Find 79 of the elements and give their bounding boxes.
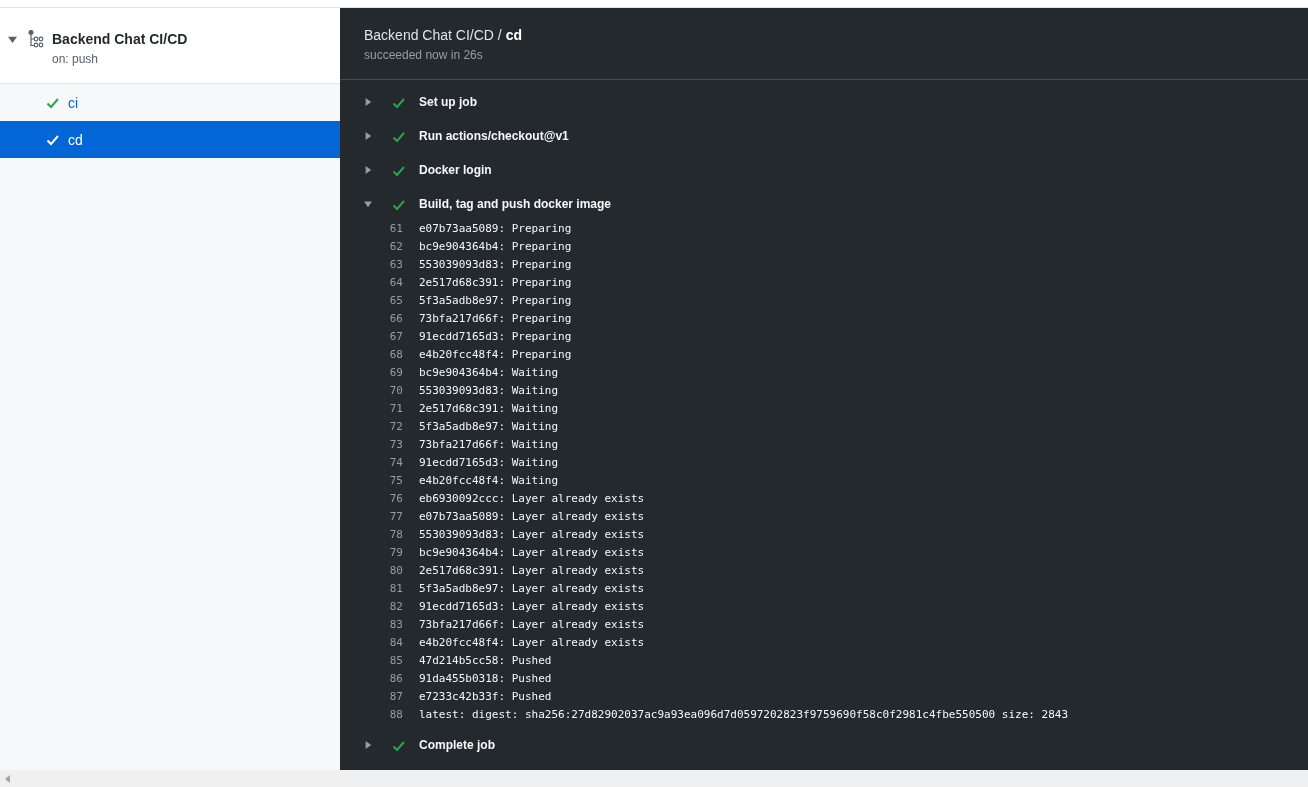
line-number: 70 bbox=[388, 382, 403, 399]
step-row[interactable]: Run actions/checkout@v1 bbox=[340, 119, 1308, 153]
line-number: 77 bbox=[388, 508, 403, 525]
log-line: e4b20fcc48f4: Preparing bbox=[419, 346, 572, 363]
log-line: 2e517d68c391: Waiting bbox=[419, 400, 559, 417]
log-line: 5f3a5adb8e97: Preparing bbox=[419, 292, 572, 309]
log-line: e7233c42b33f: Pushed bbox=[419, 688, 552, 705]
line-number: 79 bbox=[388, 544, 403, 561]
line-number: 88 bbox=[388, 706, 403, 723]
line-number: 72 bbox=[388, 418, 403, 435]
line-number: 76 bbox=[388, 490, 403, 507]
job-summary: succeeded now in 26s bbox=[364, 47, 484, 63]
log-line: e07b73aa5089: Preparing bbox=[419, 220, 572, 237]
line-number: 66 bbox=[388, 310, 403, 327]
log-line: bc9e904364b4: Preparing bbox=[419, 238, 572, 255]
log-line: 73bfa217d66f: Preparing bbox=[419, 310, 572, 327]
log-line: e07b73aa5089: Layer already exists bbox=[419, 508, 645, 525]
log-line: 5f3a5adb8e97: Layer already exists bbox=[419, 580, 645, 597]
line-number: 69 bbox=[388, 364, 403, 381]
log-line: bc9e904364b4: Layer already exists bbox=[419, 544, 645, 561]
line-number: 61 bbox=[388, 220, 403, 237]
line-number: 87 bbox=[388, 688, 403, 705]
caret-icon[interactable] bbox=[8, 35, 17, 44]
log-line: 73bfa217d66f: Waiting bbox=[419, 436, 559, 453]
line-number: 80 bbox=[388, 562, 403, 579]
step-row[interactable]: Build, tag and push docker image bbox=[340, 187, 1308, 221]
line-number: 68 bbox=[388, 346, 403, 363]
caret-icon[interactable] bbox=[364, 166, 372, 174]
line-number: 83 bbox=[388, 616, 403, 633]
caret-icon[interactable] bbox=[364, 200, 372, 208]
step-name: Complete job bbox=[419, 737, 495, 754]
line-number: 78 bbox=[388, 526, 403, 543]
line-number: 84 bbox=[388, 634, 403, 651]
step-name: Set up job bbox=[419, 94, 477, 111]
job-title: Backend Chat CI/CD / cd bbox=[364, 26, 523, 44]
line-number: 82 bbox=[388, 598, 403, 615]
log-line: eb6930092ccc: Layer already exists bbox=[419, 490, 645, 507]
step-row[interactable]: Docker login bbox=[340, 153, 1308, 187]
log-line: latest: digest: sha256:27d82902037ac9a93ea096d7d0597202823f9759690f58c0f2981c4fbe550500 size: 2843 bbox=[419, 706, 1068, 723]
line-number: 74 bbox=[388, 454, 403, 471]
workflow-title: Backend Chat CI/CD bbox=[52, 30, 188, 48]
caret-icon[interactable] bbox=[364, 132, 372, 140]
log-line: 91ecdd7165d3: Layer already exists bbox=[419, 598, 645, 615]
job-item[interactable]: ci bbox=[0, 84, 340, 121]
line-number: 81 bbox=[388, 580, 403, 597]
log-line: 5f3a5adb8e97: Waiting bbox=[419, 418, 559, 435]
log-line: 73bfa217d66f: Layer already exists bbox=[419, 616, 645, 633]
workflow-icon bbox=[28, 30, 44, 48]
step-row[interactable]: Set up job bbox=[340, 85, 1308, 119]
step-name: Build, tag and push docker image bbox=[419, 196, 612, 213]
line-number: 65 bbox=[388, 292, 403, 309]
line-number: 67 bbox=[388, 328, 403, 345]
log-line: 91ecdd7165d3: Waiting bbox=[419, 454, 559, 471]
line-number: 71 bbox=[388, 400, 403, 417]
step-row[interactable]: Complete job bbox=[340, 728, 1308, 762]
log-line: e4b20fcc48f4: Waiting bbox=[419, 472, 559, 489]
step-name: Run actions/checkout@v1 bbox=[419, 128, 569, 145]
log-line: 47d214b5cc58: Pushed bbox=[419, 652, 552, 669]
log-line: 553039093d83: Waiting bbox=[419, 382, 559, 399]
log-line: 91da455b0318: Pushed bbox=[419, 670, 552, 687]
log-line: bc9e904364b4: Waiting bbox=[419, 364, 559, 381]
step-name: Docker login bbox=[419, 162, 492, 179]
log-line: 2e517d68c391: Preparing bbox=[419, 274, 572, 291]
job-item[interactable]: cd bbox=[0, 121, 340, 158]
log-line: e4b20fcc48f4: Layer already exists bbox=[419, 634, 645, 651]
line-number: 64 bbox=[388, 274, 403, 291]
line-number: 75 bbox=[388, 472, 403, 489]
line-number: 73 bbox=[388, 436, 403, 453]
caret-icon[interactable] bbox=[364, 98, 372, 106]
log-line: 91ecdd7165d3: Preparing bbox=[419, 328, 572, 345]
workflow-trigger: on: push bbox=[52, 51, 100, 67]
line-number: 85 bbox=[388, 652, 403, 669]
log-line: 2e517d68c391: Layer already exists bbox=[419, 562, 645, 579]
log-line: 553039093d83: Layer already exists bbox=[419, 526, 645, 543]
line-number: 62 bbox=[388, 238, 403, 255]
caret-icon[interactable] bbox=[364, 741, 372, 749]
log-line: 553039093d83: Preparing bbox=[419, 256, 572, 273]
line-number: 86 bbox=[388, 670, 403, 687]
line-number: 63 bbox=[388, 256, 403, 273]
